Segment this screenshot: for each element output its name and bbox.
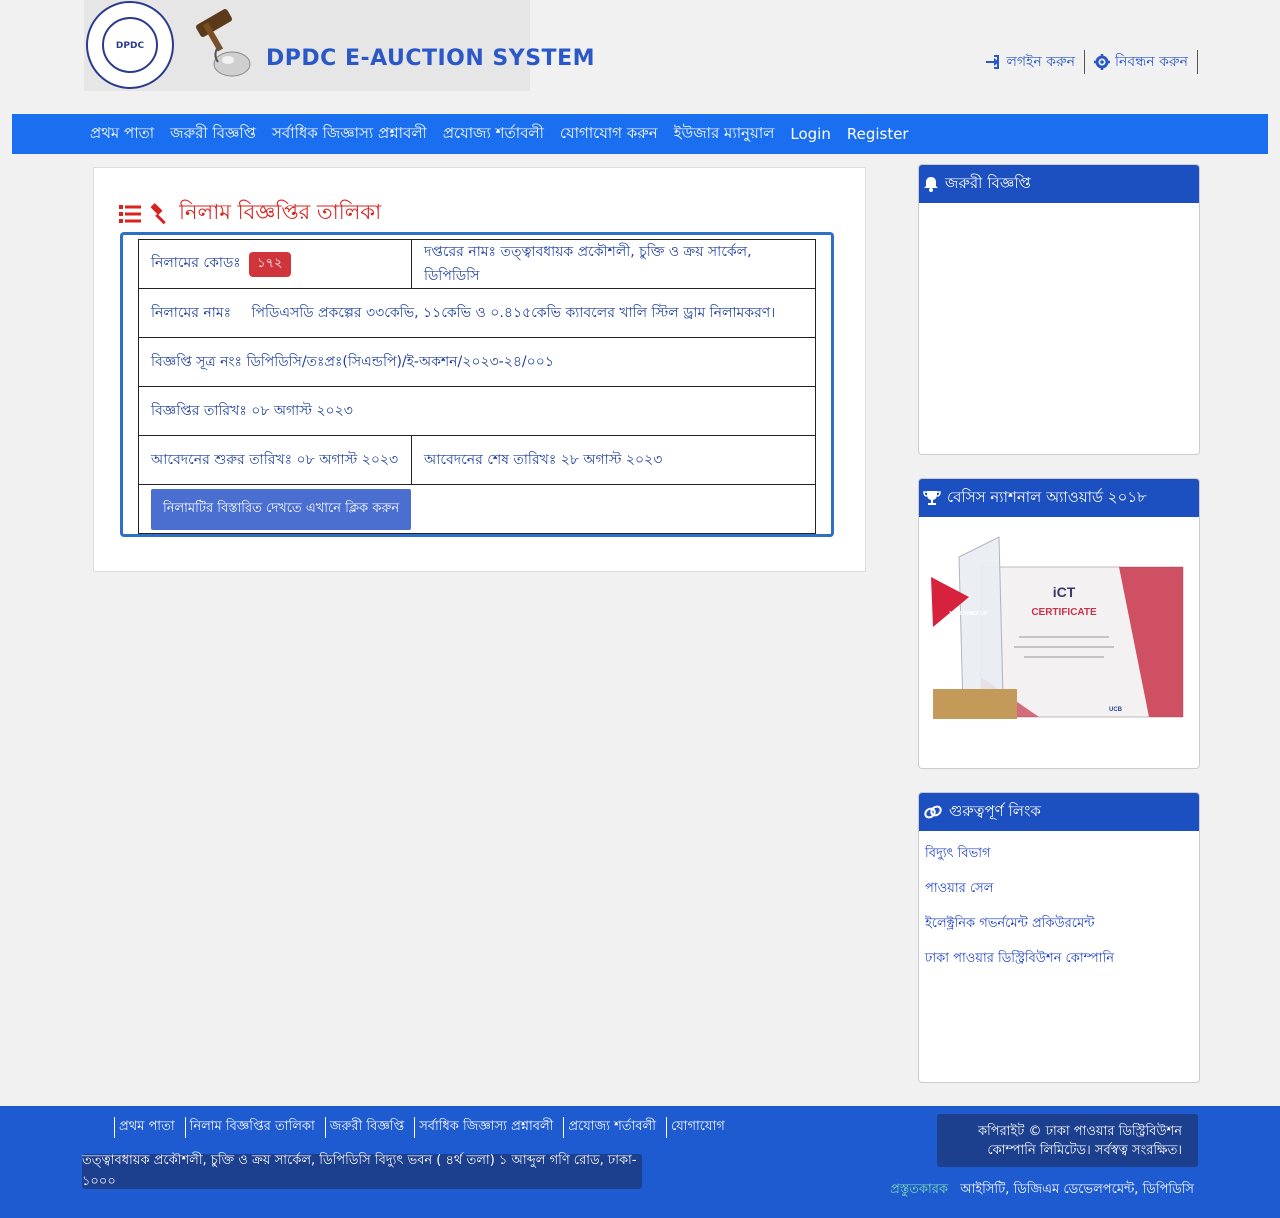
table-row: নিলামের কোডঃ ১৭২ দপ্তরের নামঃ তত্ত্বাবধা… bbox=[138, 239, 816, 289]
login-link[interactable]: লগইন করুন bbox=[976, 50, 1086, 74]
award-header: বেসিস ন্যাশনাল অ্যাওয়ার্ড ২০১৮ bbox=[919, 479, 1199, 517]
gavel-icon bbox=[150, 202, 166, 224]
notice-date-cell: বিজ্ঞপ্তির তারিখঃ ০৮ অগাস্ট ২০২৩ bbox=[138, 386, 816, 436]
award-ict-logo: iCT bbox=[1053, 584, 1076, 600]
footer-links: প্রথম পাতা নিলাম বিজ্ঞপ্তির তালিকা জরুরী… bbox=[114, 1117, 731, 1138]
gear-icon bbox=[1094, 54, 1111, 70]
auction-name-cell: নিলামের নামঃ পিডিএসডি প্রকল্পের ৩৩কেভি, … bbox=[138, 288, 816, 338]
site-footer: প্রথম পাতা নিলাম বিজ্ঞপ্তির তালিকা জরুরী… bbox=[0, 1106, 1280, 1218]
award-sponsor-logo: UCB bbox=[1109, 707, 1123, 713]
dpdc-logo: DPDC bbox=[86, 1, 174, 89]
award-trophy-ribbon: 1st RUNNER UP bbox=[949, 611, 988, 617]
auction-name-label: নিলামের নামঃ bbox=[151, 305, 232, 321]
login-label: লগইন করুন bbox=[1006, 54, 1076, 70]
footer-link-terms[interactable]: প্রযোজ্য শর্তাবলী bbox=[563, 1117, 662, 1138]
link-e-gp[interactable]: ইলেক্ট্রনিক গভর্নমেন্ট প্রকিউরমেন্ট bbox=[925, 911, 1199, 946]
important-links-header: গুরুত্বপূর্ণ লিংক bbox=[919, 793, 1199, 831]
award-certificate-image: iCT CERTIFICATE UCB 1st RUNNER UP bbox=[919, 517, 1199, 747]
list-icon bbox=[119, 204, 141, 223]
main-navbar: প্রথম পাতা জরুরী বিজ্ঞপ্তি সর্বাধিক জিজ্… bbox=[12, 114, 1268, 154]
brand-banner[interactable]: DPDC DPDC E-AUCTION SYSTEM bbox=[84, 0, 594, 91]
bell-icon bbox=[924, 177, 938, 192]
important-links-list: বিদ্যুৎ বিভাগ পাওয়ার সেল ইলেক্ট্রনিক গভ… bbox=[919, 831, 1199, 981]
auction-name-value: পিডিএসডি প্রকল্পের ৩৩কেভি, ১১কেভি ও ০.৪১… bbox=[251, 305, 776, 321]
gavel-mouse-icon bbox=[196, 9, 251, 77]
footer-copyright: কপিরাইট © ঢাকা পাওয়ার ডিস্ট্রিবিউশন কোম… bbox=[937, 1114, 1198, 1167]
application-start-date-cell: আবেদনের শুরুর তারিখঃ ০৮ অগাস্ট ২০২৩ bbox=[138, 435, 412, 485]
sign-in-icon bbox=[986, 55, 1000, 69]
auction-code-badge: ১৭২ bbox=[249, 252, 291, 277]
page-title-text: নিলাম বিজ্ঞপ্তির তালিকা bbox=[179, 200, 382, 224]
nav-item-login[interactable]: Login bbox=[790, 125, 830, 143]
site-header: DPDC DPDC E-AUCTION SYSTEM লগইন করুন নিব… bbox=[0, 0, 1280, 92]
footer-developer-name: আইসিটি, ডিজিএম ডেভেলপমেন্ট, ডিপিডিসি bbox=[960, 1182, 1194, 1197]
footer-developer-label: প্রস্তুতকারক bbox=[890, 1182, 949, 1197]
award-title: বেসিস ন্যাশনাল অ্যাওয়ার্ড ২০১৮ bbox=[947, 487, 1147, 506]
urgent-notice-title: জরুরী বিজ্ঞপ্তি bbox=[945, 173, 1031, 192]
link-power-cell[interactable]: পাওয়ার সেল bbox=[925, 876, 1199, 911]
auction-code-label: নিলামের কোডঃ bbox=[151, 255, 241, 271]
important-links-title: গুরুত্বপূর্ণ লিংক bbox=[949, 801, 1041, 820]
register-label: নিবন্ধন করুন bbox=[1115, 54, 1188, 70]
award-card: বেসিস ন্যাশনাল অ্যাওয়ার্ড ২০১৮ iCT CERT… bbox=[918, 478, 1200, 769]
auction-details-button[interactable]: নিলামটির বিস্তারিত দেখতে এখানে ক্লিক করু… bbox=[151, 488, 412, 530]
urgent-notice-header: জরুরী বিজ্ঞপ্তি bbox=[919, 165, 1199, 203]
site-title: DPDC E-AUCTION SYSTEM bbox=[266, 46, 595, 71]
auction-notice-table: নিলামের কোডঃ ১৭২ দপ্তরের নামঃ তত্ত্বাবধা… bbox=[138, 239, 816, 534]
register-link[interactable]: নিবন্ধন করুন bbox=[1085, 50, 1198, 74]
auction-notice-card: নিলামের কোডঃ ১৭২ দপ্তরের নামঃ তত্ত্বাবধা… bbox=[120, 232, 834, 537]
nav-item-home[interactable]: প্রথম পাতা bbox=[90, 122, 154, 147]
nav-item-register[interactable]: Register bbox=[847, 125, 909, 143]
nav-item-user-manual[interactable]: ইউজার ম্যানুয়াল bbox=[674, 122, 775, 147]
table-row: নিলামের নামঃ পিডিএসডি প্রকল্পের ৩৩কেভি, … bbox=[138, 288, 816, 338]
page-title: নিলাম বিজ্ঞপ্তির তালিকা bbox=[119, 196, 381, 231]
footer-link-urgent-notice[interactable]: জরুরী বিজ্ঞপ্তি bbox=[324, 1117, 410, 1138]
nav-item-contact[interactable]: যোগাযোগ করুন bbox=[560, 122, 658, 147]
trophy-icon bbox=[923, 491, 941, 505]
link-power-division[interactable]: বিদ্যুৎ বিভাগ bbox=[925, 841, 1199, 876]
details-button-cell: নিলামটির বিস্তারিত দেখতে এখানে ক্লিক করু… bbox=[138, 484, 816, 534]
footer-link-auction-list[interactable]: নিলাম বিজ্ঞপ্তির তালিকা bbox=[184, 1117, 321, 1138]
office-name-cell: দপ্তরের নামঃ তত্ত্বাবধায়ক প্রকৌশলী, চুক… bbox=[411, 239, 816, 289]
account-links: লগইন করুন নিবন্ধন করুন bbox=[976, 50, 1198, 74]
footer-link-contact[interactable]: যোগাযোগ bbox=[665, 1117, 731, 1138]
footer-link-faq[interactable]: সর্বাধিক জিজ্ঞাস্য প্রশ্নাবলী bbox=[414, 1117, 559, 1138]
application-end-date-cell: আবেদনের শেষ তারিখঃ ২৮ অগাস্ট ২০২৩ bbox=[411, 435, 816, 485]
footer-link-home[interactable]: প্রথম পাতা bbox=[114, 1117, 181, 1138]
table-row: নিলামটির বিস্তারিত দেখতে এখানে ক্লিক করু… bbox=[138, 484, 816, 534]
logo-text: DPDC bbox=[115, 41, 145, 51]
link-icon bbox=[924, 805, 942, 819]
nav-item-terms[interactable]: প্রযোজ্য শর্তাবলী bbox=[443, 122, 544, 147]
table-row: বিজ্ঞপ্তির তারিখঃ ০৮ অগাস্ট ২০২৩ bbox=[138, 386, 816, 436]
nav-item-faq[interactable]: সর্বাধিক জিজ্ঞাস্য প্রশ্নাবলী bbox=[272, 122, 427, 147]
award-certificate-title: CERTIFICATE bbox=[1031, 607, 1097, 618]
table-row: বিজ্ঞপ্তি সূত্র নংঃ ডিপিডিসি/তঃপ্রঃ(সিএন… bbox=[138, 337, 816, 387]
urgent-notice-card: জরুরী বিজ্ঞপ্তি bbox=[918, 164, 1200, 455]
table-row: আবেদনের শুরুর তারিখঃ ০৮ অগাস্ট ২০২৩ আবেদ… bbox=[138, 435, 816, 485]
important-links-card: গুরুত্বপূর্ণ লিংক বিদ্যুৎ বিভাগ পাওয়ার … bbox=[918, 792, 1200, 1083]
link-dpdc[interactable]: ঢাকা পাওয়ার ডিস্ট্রিবিউশন কোম্পানি bbox=[925, 946, 1199, 981]
nav-item-urgent-notice[interactable]: জরুরী বিজ্ঞপ্তি bbox=[170, 122, 256, 147]
auction-list-panel: নিলাম বিজ্ঞপ্তির তালিকা নিলামের কোডঃ ১৭২… bbox=[93, 167, 866, 572]
footer-developer: প্রস্তুতকারক আইসিটি, ডিজিএম ডেভেলপমেন্ট,… bbox=[890, 1180, 1194, 1201]
footer-address: তত্ত্বাবধায়ক প্রকৌশলী, চুক্তি ও ক্রয় স… bbox=[82, 1153, 642, 1189]
auction-code-cell: নিলামের কোডঃ ১৭২ bbox=[138, 239, 412, 289]
reference-number-cell: বিজ্ঞপ্তি সূত্র নংঃ ডিপিডিসি/তঃপ্রঃ(সিএন… bbox=[138, 337, 816, 387]
